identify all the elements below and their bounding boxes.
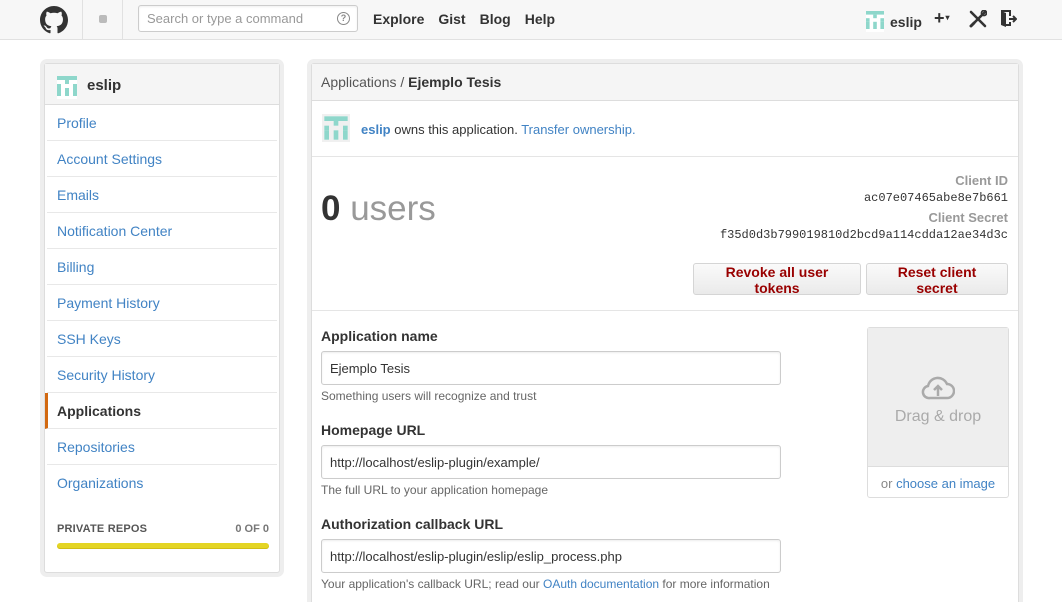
nav-explore[interactable]: Explore	[373, 11, 424, 27]
header-divider	[82, 0, 83, 39]
sidebar-item-ssh-keys[interactable]: SSH Keys	[47, 321, 277, 357]
identicon-icon	[57, 76, 77, 96]
plus-icon: +	[934, 8, 945, 28]
sidebar-item-label: Account Settings	[57, 151, 163, 167]
identicon-icon	[322, 114, 350, 142]
homepage-label: Homepage URL	[321, 422, 426, 438]
callback-note-post: for more information	[659, 577, 770, 591]
sidebar-item-repositories[interactable]: Repositories	[47, 429, 277, 465]
app-name-field[interactable]	[321, 351, 781, 385]
users-label: users	[340, 189, 436, 228]
application-form: Application name Something users will re…	[321, 328, 791, 602]
callback-note-pre: Your application's callback URL; read ou…	[321, 577, 543, 591]
sidebar-item-notification-center[interactable]: Notification Center	[47, 213, 277, 249]
sidebar-item-label: Profile	[57, 115, 97, 131]
notification-dot-icon[interactable]	[99, 15, 107, 23]
nav-blog[interactable]: Blog	[480, 11, 511, 27]
owner-avatar	[322, 114, 350, 145]
sidebar-item-label: Notification Center	[57, 223, 173, 239]
cloud-upload-icon	[921, 376, 955, 400]
nav-help[interactable]: Help	[525, 11, 555, 27]
client-credentials: Client ID ac07e07465abe8e7b661 Client Se…	[720, 173, 1008, 247]
nav-gist[interactable]: Gist	[438, 11, 465, 27]
callback-label: Authorization callback URL	[321, 516, 504, 532]
sidebar-item-label: Repositories	[57, 439, 135, 455]
sidebar-header: eslip	[45, 64, 279, 105]
owner-sentence: owns this application.	[390, 122, 522, 137]
header-divider	[122, 0, 123, 39]
sidebar-item-label: Billing	[57, 259, 95, 275]
identicon-icon	[866, 11, 884, 29]
users-count: 0 users	[321, 189, 436, 229]
settings-sidebar: eslip Profile Account Settings Emails No…	[44, 63, 280, 573]
choose-image-link[interactable]: choose an image	[896, 476, 995, 491]
top-header: ? Explore Gist Blog Help eslip +▾	[0, 0, 1062, 40]
breadcrumb-parent[interactable]: Applications	[321, 74, 397, 90]
owner-text: eslip owns this application. Transfer ow…	[361, 122, 636, 137]
logo-dropzone[interactable]: Drag & drop or choose an image	[867, 327, 1009, 498]
owner-row: eslip owns this application. Transfer ow…	[312, 102, 1018, 157]
app-name-note: Something users will recognize and trust	[321, 389, 537, 403]
app-name-label: Application name	[321, 328, 438, 344]
homepage-url-field[interactable]	[321, 445, 781, 479]
sidebar-item-applications[interactable]: Applications	[45, 393, 277, 429]
sidebar-item-label: Applications	[57, 403, 142, 419]
drag-drop-label: Drag & drop	[894, 408, 982, 425]
choose-pre: or	[880, 476, 897, 491]
drop-area[interactable]: Drag & drop	[868, 328, 1008, 467]
chevron-down-icon: ▾	[945, 13, 950, 22]
create-new-button[interactable]: +▾	[934, 8, 950, 29]
homepage-note: The full URL to your application homepag…	[321, 483, 549, 497]
section-divider	[312, 310, 1018, 311]
sidebar-item-account-settings[interactable]: Account Settings	[47, 141, 277, 177]
callback-note: Your application's callback URL; read ou…	[321, 577, 791, 591]
client-secret-value: f35d0d3b799019810d2bcd9a114cdda12ae34d3c	[719, 228, 1008, 242]
header-username[interactable]: eslip	[890, 14, 922, 30]
sign-out-icon[interactable]	[999, 10, 1017, 28]
help-icon[interactable]: ?	[337, 12, 350, 25]
command-search: ?	[138, 5, 358, 32]
client-secret-label: Client Secret	[928, 210, 1008, 225]
breadcrumb-current: Ejemplo Tesis	[408, 74, 502, 90]
callback-url-field[interactable]	[321, 539, 781, 573]
sidebar-item-label: SSH Keys	[57, 331, 121, 347]
sidebar-item-profile[interactable]: Profile	[47, 105, 277, 141]
tools-icon[interactable]	[969, 10, 987, 28]
avatar	[57, 76, 77, 99]
choose-image: or choose an image	[868, 476, 1008, 491]
application-panel: Applications / Ejemplo Tesis eslip owns …	[311, 63, 1019, 602]
owner-link[interactable]: eslip	[361, 122, 391, 137]
user-menu[interactable]: eslip	[866, 11, 922, 32]
transfer-ownership-link[interactable]: Transfer ownership.	[521, 122, 635, 137]
homepage-group: Homepage URL The full URL to your applic…	[321, 422, 791, 516]
callback-group: Authorization callback URL Your applicat…	[321, 516, 791, 602]
app-name-group: Application name Something users will re…	[321, 328, 791, 422]
breadcrumb: Applications / Ejemplo Tesis	[312, 64, 1018, 101]
users-number: 0	[321, 189, 341, 228]
sidebar-item-organizations[interactable]: Organizations	[47, 465, 277, 501]
private-repos-count: 0 OF 0	[235, 523, 269, 535]
revoke-tokens-button[interactable]: Revoke all user tokens	[693, 263, 861, 296]
github-logo-icon[interactable]	[40, 6, 68, 34]
sidebar-item-label: Organizations	[57, 475, 144, 491]
sidebar-item-label: Payment History	[57, 295, 160, 311]
quota-bar	[57, 543, 269, 549]
search-input[interactable]	[147, 11, 327, 26]
breadcrumb-separator: /	[396, 74, 409, 90]
reset-secret-button[interactable]: Reset client secret	[866, 263, 1008, 296]
sidebar-username: eslip	[87, 77, 122, 94]
oauth-docs-link[interactable]: OAuth documentation	[543, 577, 659, 591]
header-nav: Explore Gist Blog Help	[373, 11, 555, 27]
sidebar-item-label: Security History	[57, 367, 156, 383]
sidebar-item-label: Emails	[57, 187, 100, 203]
sidebar-item-security-history[interactable]: Security History	[47, 357, 277, 393]
client-id-value: ac07e07465abe8e7b661	[863, 191, 1008, 205]
client-id-label: Client ID	[955, 173, 1008, 188]
sidebar-item-emails[interactable]: Emails	[47, 177, 277, 213]
sidebar-item-billing[interactable]: Billing	[47, 249, 277, 285]
avatar	[866, 11, 884, 32]
sidebar-item-payment-history[interactable]: Payment History	[47, 285, 277, 321]
private-repos-quota: PRIVATE REPOS 0 OF 0	[57, 523, 269, 549]
